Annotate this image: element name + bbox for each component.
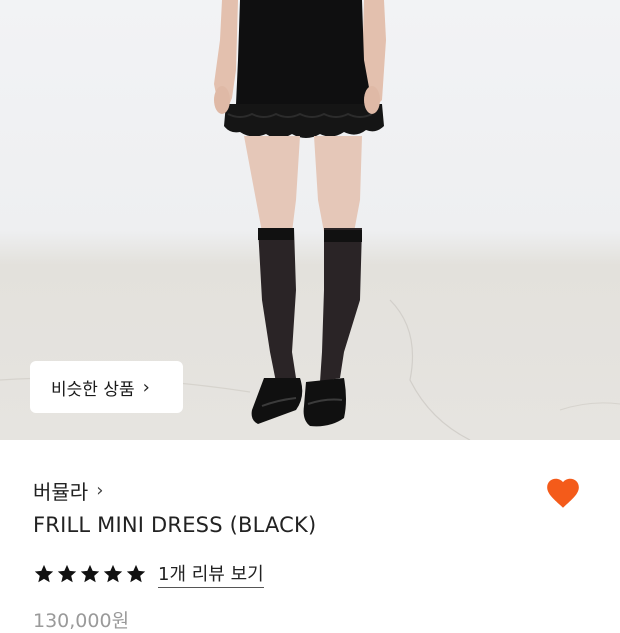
- similar-products-button[interactable]: 비슷한 상품 ›: [30, 361, 183, 413]
- star-icon: [80, 564, 100, 583]
- heart-icon[interactable]: [544, 474, 582, 512]
- product-photo[interactable]: 비슷한 상품 ›: [0, 0, 620, 440]
- product-title: FRILL MINI DRESS (BLACK): [33, 513, 317, 537]
- star-icon: [126, 564, 146, 583]
- brand-link[interactable]: 버뮬라 ›: [33, 476, 103, 505]
- review-link[interactable]: 1개 리뷰 보기: [158, 560, 264, 588]
- chevron-right-icon: ›: [142, 376, 150, 398]
- star-icon: [103, 564, 123, 583]
- star-icon: [57, 564, 77, 583]
- chevron-right-icon: ›: [96, 480, 104, 501]
- brand-name: 버뮬라: [33, 480, 89, 504]
- rating-row: 1개 리뷰 보기: [33, 560, 264, 588]
- similar-products-label: 비슷한 상품: [51, 379, 135, 400]
- star-rating: [33, 563, 147, 585]
- star-icon: [34, 564, 54, 583]
